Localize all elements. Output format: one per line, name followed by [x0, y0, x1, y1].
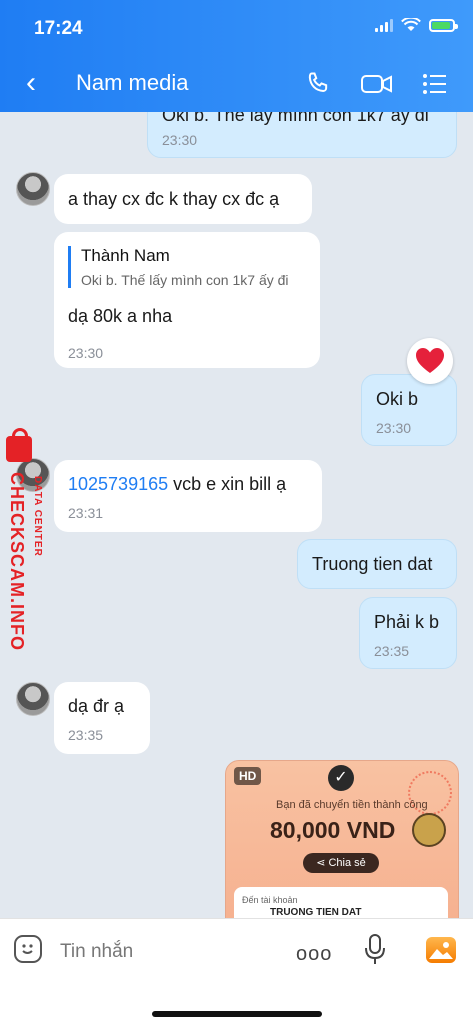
- transfer-amount: 80,000 VND: [270, 817, 396, 843]
- message-text: a thay cx đc k thay cx đc ạ: [68, 189, 280, 209]
- message-time: 23:35: [374, 643, 410, 659]
- watermark-text: CHECKSCAM.INFO: [7, 472, 27, 651]
- watermark: CHECKSCAM.INFO DATA CENTER: [6, 428, 46, 666]
- account-card: Đến tài khoản TRUONG TIEN DAT: [234, 887, 448, 918]
- message-time: 23:30: [376, 420, 412, 436]
- account-number-link[interactable]: 1025739165: [68, 474, 168, 494]
- signal-icon: [375, 18, 393, 32]
- message-text: dạ 80k a nha: [68, 306, 173, 326]
- chat-title[interactable]: Nam media: [76, 70, 188, 96]
- quoted-message[interactable]: Thành Nam Oki b. Thế lấy mình con 1k7 ấy…: [68, 246, 306, 288]
- message-text: Truong tien dat: [312, 554, 433, 574]
- message-time: 23:30: [68, 345, 104, 361]
- message-text: Oki b: [376, 389, 419, 409]
- check-icon: ✓: [328, 765, 354, 791]
- message-text: Oki b. Thế lấy mình con 1k7 ấy đi: [162, 112, 429, 125]
- account-label: Đến tài khoản: [242, 895, 298, 905]
- share-button: ⋖ Chia sẻ: [303, 853, 379, 873]
- sticker-icon[interactable]: [14, 935, 42, 963]
- mascot-image: [412, 813, 446, 847]
- wifi-icon: [401, 18, 421, 31]
- battery-icon: [429, 18, 458, 32]
- message-bubble-outgoing[interactable]: Oki b 23:30: [361, 374, 457, 446]
- message-text: vcb e xin bill ạ: [168, 474, 287, 494]
- back-button[interactable]: ‹: [26, 68, 36, 98]
- avatar[interactable]: [16, 172, 50, 206]
- chat-messages[interactable]: Oki b. Thế lấy mình con 1k7 ấy đi 23:30 …: [0, 112, 473, 918]
- account-name: TRUONG TIEN DAT: [270, 907, 362, 918]
- message-bubble-incoming[interactable]: 1025739165 vcb e xin bill ạ 23:31: [54, 460, 322, 532]
- more-options-icon[interactable]: ooo: [296, 943, 332, 966]
- message-bubble-outgoing[interactable]: Oki b. Thế lấy mình con 1k7 ấy đi 23:30: [147, 112, 457, 158]
- message-text: dạ đr ạ: [68, 696, 125, 716]
- message-input[interactable]: Tin nhắn: [60, 941, 133, 963]
- transfer-success-text: Bạn đã chuyển tiền thành công: [276, 799, 428, 811]
- composer-bar: Tin nhắn ooo: [0, 918, 473, 1025]
- message-text: Phải k b: [374, 612, 440, 632]
- video-call-icon[interactable]: [360, 70, 394, 98]
- message-time: 23:35: [68, 727, 104, 743]
- hd-badge: HD: [234, 767, 262, 785]
- quote-text: Oki b. Thế lấy mình con 1k7 ấy đi: [81, 272, 289, 288]
- phone-call-icon[interactable]: [304, 70, 332, 98]
- message-time: 23:30: [162, 132, 198, 148]
- menu-icon[interactable]: [421, 70, 449, 98]
- message-bubble-outgoing[interactable]: Truong tien dat: [297, 539, 457, 589]
- heart-icon: [416, 348, 444, 373]
- watermark-subtext: DATA CENTER: [32, 476, 43, 557]
- lock-icon: [6, 428, 32, 462]
- home-indicator: [152, 1011, 322, 1017]
- message-bubble-incoming[interactable]: a thay cx đc k thay cx đc ạ: [54, 174, 312, 224]
- share-icon: ⋖: [316, 857, 329, 869]
- message-bubble-outgoing[interactable]: Phải k b 23:35: [359, 597, 457, 669]
- header-bar: 17:24 ‹ Nam media: [0, 0, 473, 112]
- message-bubble-incoming[interactable]: dạ đr ạ 23:35: [54, 682, 150, 754]
- message-time: 23:31: [68, 505, 104, 521]
- status-time: 17:24: [34, 18, 83, 39]
- image-message[interactable]: HD ✓ Bạn đã chuyển tiền thành công 80,00…: [225, 760, 459, 918]
- microphone-icon[interactable]: [365, 933, 385, 967]
- status-icons: [375, 18, 458, 32]
- avatar[interactable]: [16, 682, 50, 716]
- quote-sender: Thành Nam: [81, 246, 170, 265]
- message-bubble-reply[interactable]: Thành Nam Oki b. Thế lấy mình con 1k7 ấy…: [54, 232, 320, 368]
- gallery-icon[interactable]: [426, 937, 456, 963]
- reaction-heart[interactable]: [407, 338, 453, 384]
